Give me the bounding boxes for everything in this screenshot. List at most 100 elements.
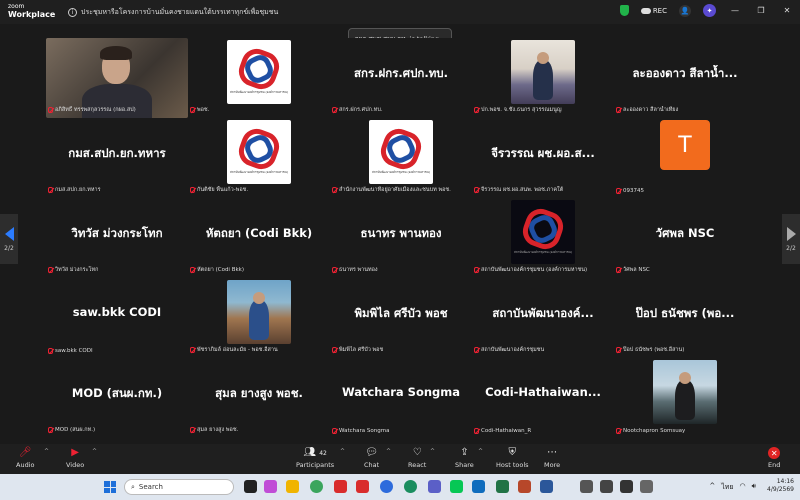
ai-companion-icon[interactable]: ✦ [703,4,716,17]
participant-tile[interactable]: Nootchapron Somsuay [614,358,756,436]
participant-name: พัชราภิมล์ อ่อนละมัย - พอช.อีสาน [197,347,278,353]
clock[interactable]: 14:16 4/9/2569 [767,478,794,494]
participant-tile[interactable]: ป๊อป ธนัชพร (พอ... ป๊อป ธนัชพร (พอช.อีสา… [614,278,756,356]
volume-icon[interactable]: 🔊︎ [752,482,756,493]
react-label: React [408,461,427,469]
clock-time: 14:16 [776,478,794,485]
participant-name: saw.bkk CODI [55,348,93,354]
end-button[interactable]: ✕ End [768,447,780,469]
participant-tile[interactable]: สถาบันพัฒนาองค์กรชุมชน (องค์การมหาชน) สถ… [472,198,614,276]
participant-tile[interactable]: สถาบันพัฒนาองค์กรชุมชน (องค์การมหาชน) สำ… [330,118,472,196]
chrome-icon[interactable] [310,480,323,493]
chevron-up-icon[interactable]: ^ [709,482,715,493]
participant-tile[interactable]: สุมล ยางสูง พอช. สุมล ยางสูง พอช. [188,358,330,436]
file-explorer-icon[interactable] [286,480,299,493]
zoom-taskbar-icon[interactable] [380,480,393,493]
mic-muted-icon [616,107,621,113]
participant-tile[interactable]: สถาบันพัฒนาองค์... สถาบันพัฒนาองค์กรชุมช… [472,278,614,356]
share-caret[interactable]: ^ [478,448,483,455]
windows-start-icon[interactable] [104,481,116,493]
share-label: Share [455,461,474,469]
chat-button[interactable]: 💬︎ Chat [364,447,379,469]
mic-muted-icon [48,427,53,433]
logo-caption: สถาบันพัฒนาองค์กรชุมชน (องค์การมหาชน) [230,90,288,94]
edge-icon[interactable] [404,480,417,493]
video-button[interactable]: ▶︎ Video [66,447,84,469]
participant-tile[interactable]: สถาบันพัฒนาองค์กรชุมชน (องค์การมหาชน) กั… [188,118,330,196]
chat-caret[interactable]: ^ [386,448,391,455]
pdf-icon[interactable] [334,480,347,493]
user-avatar[interactable]: 👤 [679,4,691,17]
heart-icon: ♡ [412,447,422,458]
info-icon[interactable]: i [68,8,77,17]
participant-name: 093745 [623,188,644,194]
share-button[interactable]: ⇪ Share [455,447,474,469]
prev-page-button[interactable]: 2/2 [0,214,18,264]
outlook-icon[interactable] [472,480,485,493]
video-options-caret[interactable]: ^ [92,448,97,455]
participant-tile[interactable]: MOD (สนผ.กท.) MOD (สนผ.กท.) [46,358,188,436]
participants-caret[interactable]: ^ [340,448,345,455]
participant-tile[interactable]: พิมพิไล ศรีบัว พอช พิมพิไล ศรีบัว พอช [330,278,472,356]
participants-label: Participants [296,461,335,469]
participant-tile[interactable]: จีรวรรณ ผช.ผอ.ส... จีรวรรณ ผช.ผอ.สนพ. พอ… [472,118,614,196]
participant-tile[interactable]: Watchara Songma Watchara Songma [330,358,472,436]
participant-tile[interactable]: วิทวัส ม่วงกระโทก วิทวัส ม่วงกระโทก [46,198,188,276]
security-shield-icon[interactable] [619,5,629,16]
participant-tile[interactable]: ละอองดาว สีลาน้ำ... ละอองดาว สีลาน้ำเที่… [614,38,756,116]
host-tools-button[interactable]: ⛨ Host tools [496,447,529,469]
logo-caption: สถาบันพัฒนาองค์กรชุมชน (องค์การมหาชน) [372,170,430,174]
minimize-icon[interactable]: — [728,6,742,15]
app-icon[interactable] [264,480,277,493]
participant-tile[interactable]: ธนาทร พานทอง ธนาทร พานทอง [330,198,472,276]
line-icon[interactable] [450,480,463,493]
word-icon[interactable] [540,480,553,493]
restore-icon[interactable]: ❐ [754,6,768,15]
task-view-icon[interactable] [244,480,257,493]
audio-button[interactable]: 🎤︎ Audio [16,447,34,469]
participant-tile[interactable]: วัศพล NSC วัศพล NSC [614,198,756,276]
language-indicator[interactable]: ไทย [721,482,733,493]
participants-button[interactable]: 👥︎ 42 Participants [296,447,334,469]
mic-muted-icon [616,188,621,194]
participant-display-name: สกร.ฝกร.ศปก.ทบ. [354,66,448,80]
participant-tile[interactable]: ปก.พอช. จ.ชัง.ธนกร สุวรรณมนูญ [472,38,614,116]
react-button[interactable]: ♡ React [408,447,426,469]
acrobat-icon[interactable] [356,480,369,493]
close-icon[interactable]: ✕ [780,6,794,15]
participant-tile[interactable]: Codi-Hathaiwan... Codi-Hathaiwan_R [472,358,614,436]
next-page-button[interactable]: 2/2 [782,214,800,264]
taskbar-search[interactable]: ⌕ Search [124,479,234,495]
participant-name: สถาบันพัฒนาองค์กรชุมชน (องค์การมหาชน) [481,267,588,273]
participant-photo [511,40,575,104]
app-icon[interactable] [640,480,653,493]
participant-tile[interactable]: สกร.ฝกร.ศปก.ทบ. สกร.ฝกร.ศปก.ทบ. [330,38,472,116]
participant-tile[interactable]: สถาบันพัฒนาองค์กรชุมชน (องค์การมหาชน) พอ… [188,38,330,116]
participant-display-name: ธนาทร พานทอง [360,226,442,240]
mic-muted-icon [48,348,53,354]
meeting-info[interactable]: i ประชุมหารือโครงการบ้านมั่นคงชายแดนใต้บ… [68,7,278,18]
participant-tile[interactable]: พัชราภิมล์ อ่อนละมัย - พอช.อีสาน [188,278,330,356]
arrow-right-icon [786,226,796,241]
participant-tile[interactable]: หัตถยา (Codi Bkk) หัตถยา (Codi Bkk) [188,198,330,276]
participant-tile[interactable]: กมส.สปก.ยก.ทหาร กมส.สปก.ยก.ทหาร [46,118,188,196]
app-icon[interactable] [620,480,633,493]
powerpoint-icon[interactable] [518,480,531,493]
excel-icon[interactable] [496,480,509,493]
more-button[interactable]: ⋯ More [544,447,560,469]
participant-tile[interactable]: T 093745 [614,118,756,196]
mic-muted-icon [332,347,337,353]
participant-tile[interactable]: อภิสิทธิ์ ทรรพสกุลวรรณ (กผอ.สป) [46,38,188,118]
react-caret[interactable]: ^ [430,448,435,455]
app-icon[interactable] [600,480,613,493]
teams-icon[interactable] [428,480,441,493]
initial-avatar: T [660,120,710,170]
recording-indicator[interactable]: REC [640,7,667,15]
brand-bottom: Workplace [8,10,56,19]
participant-tile[interactable]: saw.bkk CODI saw.bkk CODI [46,278,188,356]
app-icon[interactable] [580,480,593,493]
audio-options-caret[interactable]: ^ [44,448,49,455]
participant-photo [227,280,291,344]
participant-display-name: วิทวัส ม่วงกระโทก [71,226,163,240]
wifi-icon[interactable]: ◠ [739,482,745,493]
